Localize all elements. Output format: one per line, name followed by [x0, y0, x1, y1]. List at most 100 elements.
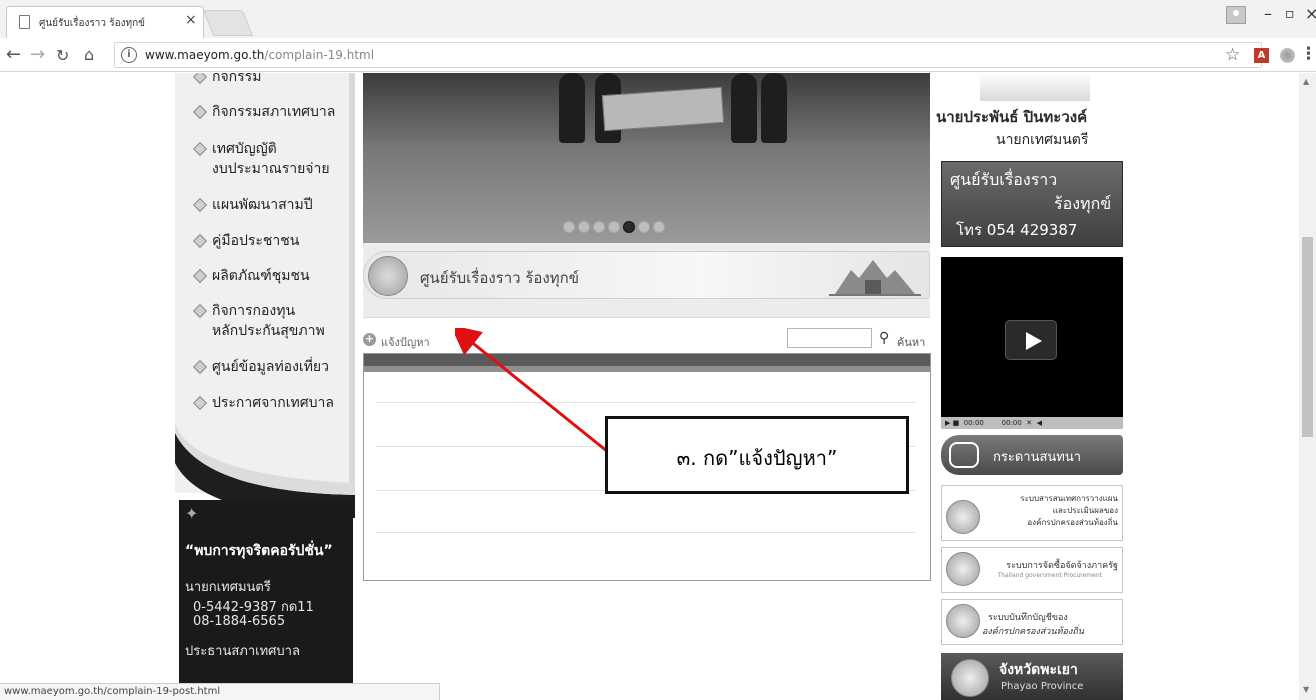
- back-icon[interactable]: ←: [6, 44, 21, 65]
- page-scrollbar[interactable]: ▲ ▼: [1299, 73, 1316, 700]
- complaint-banner-line2: ร้องทุกข์: [1054, 194, 1112, 213]
- council-label: ประธานสภาเทศบาล: [185, 644, 300, 659]
- slide-dot-active[interactable]: [623, 221, 635, 233]
- menu-dots-icon[interactable]: ⋮: [1300, 44, 1316, 64]
- url-text[interactable]: www.maeyom.go.th/complain-19.html: [145, 48, 374, 62]
- sidebar-item-budget[interactable]: เทศบัญญัติงบประมาณรายจ่าย: [192, 139, 330, 179]
- sidebar-item-label: แผนพัฒนาสามปี: [212, 197, 313, 213]
- slide-dot[interactable]: [653, 221, 665, 233]
- table-header-bar: [364, 354, 930, 366]
- browser-tab[interactable]: ศูนย์รับเรื่องราว ร้องทุกข์ ×: [6, 6, 204, 38]
- bookmark-star-icon[interactable]: ☆: [1225, 45, 1240, 65]
- sys2-line2: Thailand government Procurement: [997, 572, 1103, 579]
- tab-title: ศูนย์รับเรื่องราว ร้องทุกข์: [39, 18, 145, 29]
- sidebar-item-community-products[interactable]: ผลิตภัณฑ์ชุมชน: [192, 266, 310, 286]
- province-title: จังหวัดพะเยา: [999, 662, 1078, 678]
- mayor-label: นายกเทศมนตรี: [185, 580, 271, 595]
- banner-person: [559, 73, 585, 143]
- tab-bar: ศูนย์รับเรื่องราว ร้องทุกข์ × – ▫ ×: [0, 0, 1316, 38]
- section-title: ศูนย์รับเรื่องราว ร้องทุกข์: [420, 269, 579, 287]
- complaint-phone: โทร 054 429387: [956, 221, 1078, 239]
- chat-bubble-icon: [949, 442, 979, 468]
- anti-corruption-box: ✦ “พบการทุจริตคอรัปชั่น” นายกเทศมนตรี 0-…: [179, 500, 353, 700]
- banner-sign: [601, 86, 725, 132]
- complaint-banner-line1: ศูนย์รับเรื่องราว: [950, 170, 1058, 189]
- sidebar-item-three-year-plan[interactable]: แผนพัฒนาสามปี: [192, 195, 313, 215]
- right-sidebar: นายประพันธ์ ปินทะวงค์ นายกเทศมนตรี ศูนย์…: [936, 73, 1126, 700]
- new-tab-button[interactable]: [202, 10, 254, 36]
- table-row: [376, 532, 916, 533]
- accounting-system-link[interactable]: ระบบบันทึกบัญชีของ องค์กรปกครองส่วนท้องถ…: [941, 599, 1123, 645]
- video-player[interactable]: ▶ ■ 00:00 00:00 ✕ ◀: [941, 257, 1123, 429]
- maximize-button[interactable]: ▫: [1285, 6, 1295, 22]
- slide-dot[interactable]: [638, 221, 650, 233]
- minimize-button[interactable]: –: [1264, 4, 1272, 23]
- info-icon[interactable]: i: [121, 47, 137, 63]
- scroll-thumb[interactable]: [1302, 237, 1313, 437]
- page-viewport: กิจกรรม กิจกรรมสภาเทศบาล เทศบัญญัติงบประ…: [0, 73, 1299, 700]
- pdf-extension-icon[interactable]: A: [1254, 48, 1269, 63]
- province-seal-icon: [951, 659, 989, 697]
- instruction-text: ๓. กด”แจ้งปัญหา”: [676, 446, 838, 470]
- sidebar-item-label: งบประมาณรายจ่าย: [212, 161, 330, 177]
- slide-dot[interactable]: [608, 221, 620, 233]
- sidebar-item-announcements[interactable]: ประกาศจากเทศบาล: [192, 393, 334, 413]
- sidebar-item-activities[interactable]: กิจกรรม: [192, 73, 261, 87]
- sidebar-item-label: คู่มือประชาชน: [212, 233, 300, 249]
- address-bar[interactable]: i www.maeyom.go.th/complain-19.html: [114, 42, 1262, 68]
- phone-2: 08-1884-6565: [193, 614, 286, 629]
- page-icon: [19, 15, 30, 29]
- slide-dot[interactable]: [563, 221, 575, 233]
- sys3-line2: องค์กรปกครองส่วนท้องถิ่น: [982, 627, 1084, 637]
- sys1-line3: องค์กรปกครองส่วนท้องถิ่น: [1027, 518, 1118, 527]
- play-icon[interactable]: [1005, 320, 1057, 360]
- slide-dot[interactable]: [578, 221, 590, 233]
- sidebar-item-health-fund[interactable]: กิจการกองทุน หลักประกันสุขภาพ: [192, 301, 325, 341]
- search-label[interactable]: ค้นหา: [897, 333, 925, 351]
- reload-icon[interactable]: ↻: [56, 46, 69, 65]
- banner-person: [761, 73, 787, 143]
- report-problem-label: แจ้งปัญหา: [381, 336, 430, 349]
- province-subtitle: Phayao Province: [1001, 681, 1084, 692]
- sidebar-item-label: ประกาศจากเทศบาล: [212, 395, 334, 411]
- sidebar-item-citizen-manual[interactable]: คู่มือประชาชน: [192, 231, 300, 251]
- mayor-banner[interactable]: นายประพันธ์ ปินทะวงค์ นายกเทศมนตรี: [936, 73, 1126, 158]
- sys2-line1: ระบบการจัดซื้อจัดจ้างภาครัฐ: [1006, 561, 1118, 571]
- binoculars-icon[interactable]: ⚲: [879, 330, 889, 346]
- scroll-down-icon[interactable]: ▼: [1303, 685, 1309, 694]
- close-window-button[interactable]: ×: [1305, 4, 1316, 23]
- sparkle-icon: ✦: [185, 504, 199, 523]
- status-bar-url: www.maeyom.go.th/complain-19-post.html: [0, 683, 440, 700]
- procurement-logo-icon: [946, 552, 980, 586]
- sidebar-item-council-activities[interactable]: กิจกรรมสภาเทศบาล: [192, 102, 335, 122]
- sidebar-item-label: หลักประกันสุขภาพ: [212, 323, 325, 339]
- mayor-photo: [980, 73, 1090, 101]
- procurement-system-link[interactable]: ระบบการจัดซื้อจัดจ้างภาครัฐ Thailand gov…: [941, 547, 1123, 593]
- sidebar-item-label: เทศบัญญัติ: [212, 141, 277, 157]
- mayor-position: นายกเทศมนตรี: [996, 132, 1089, 148]
- forward-icon[interactable]: →: [30, 44, 45, 65]
- complaint-center-banner[interactable]: ศูนย์รับเรื่องราว ร้องทุกข์ โทร 054 4293…: [941, 161, 1123, 247]
- mayor-name: นายประพันธ์ ปินทะวงค์: [936, 108, 1088, 126]
- url-path: /complain-19.html: [264, 48, 375, 62]
- extension-icon[interactable]: [1280, 48, 1295, 63]
- sidebar-item-tourism-info[interactable]: ศูนย์ข้อมูลท่องเที่ยว: [192, 357, 329, 377]
- home-icon[interactable]: ⌂: [84, 45, 94, 64]
- sidebar-item-label: ศูนย์ข้อมูลท่องเที่ยว: [212, 359, 329, 375]
- profile-icon[interactable]: [1226, 6, 1246, 24]
- sidebar-item-label: ผลิตภัณฑ์ชุมชน: [212, 268, 310, 284]
- planning-system-link[interactable]: ระบบสารสนเทศการวางแผน และประเมินผลของ อง…: [941, 485, 1123, 541]
- search-input[interactable]: [787, 328, 872, 348]
- municipality-emblem-icon: [368, 256, 408, 296]
- table-header-subbar: [364, 366, 930, 372]
- slide-dot[interactable]: [593, 221, 605, 233]
- instruction-callout: ๓. กด”แจ้งปัญหา”: [605, 416, 909, 494]
- discussion-board-label: กระดานสนทนา: [993, 450, 1082, 465]
- annotation-arrow: [455, 328, 614, 458]
- monitor-icon: [946, 500, 980, 534]
- discussion-board-button[interactable]: กระดานสนทนา: [941, 435, 1123, 475]
- phayao-province-link[interactable]: จังหวัดพะเยา Phayao Province: [941, 653, 1123, 700]
- video-controls[interactable]: ▶ ■ 00:00 00:00 ✕ ◀: [941, 417, 1123, 429]
- tab-close-icon[interactable]: ×: [185, 12, 197, 28]
- scroll-up-icon[interactable]: ▲: [1303, 77, 1309, 86]
